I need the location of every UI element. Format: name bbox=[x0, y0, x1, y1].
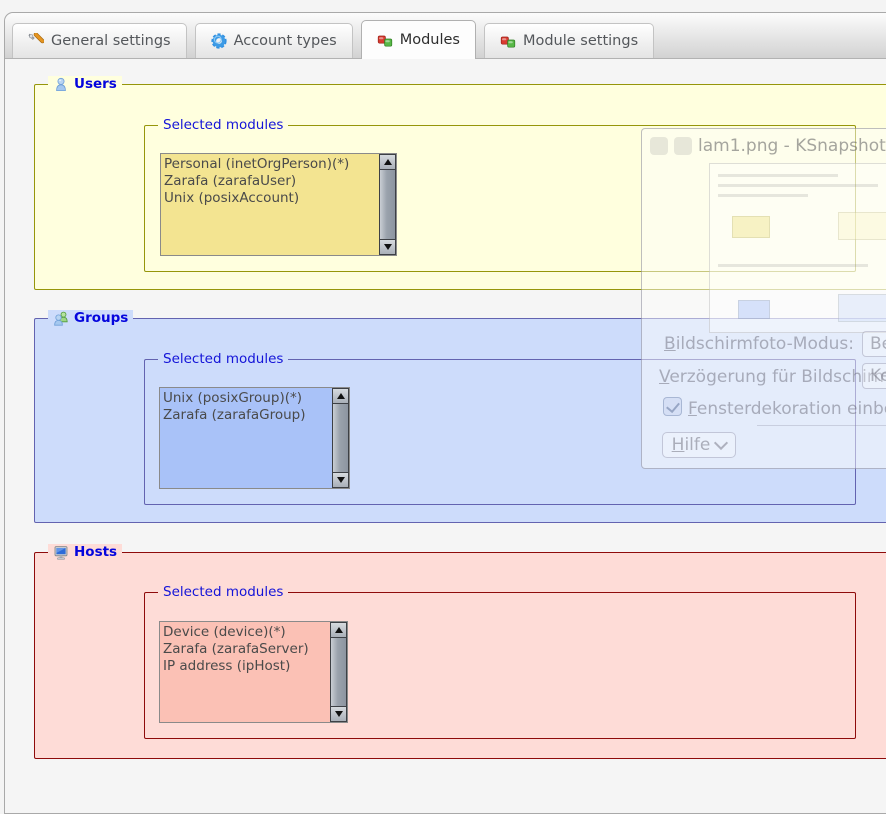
modules-icon bbox=[500, 33, 516, 49]
group-icon bbox=[53, 311, 69, 327]
list-item[interactable]: Zarafa (zarafaUser) bbox=[164, 173, 376, 190]
tab-account-types[interactable]: Account types bbox=[195, 23, 353, 58]
scroll-down-icon[interactable] bbox=[330, 706, 347, 722]
scroll-up-icon[interactable] bbox=[332, 388, 349, 404]
tab-label: Module settings bbox=[523, 33, 638, 49]
list-item[interactable]: Zarafa (zarafaGroup) bbox=[163, 407, 329, 424]
scroll-up-icon[interactable] bbox=[379, 154, 396, 170]
tab-label: Account types bbox=[234, 33, 337, 49]
users-legend: Users bbox=[48, 76, 122, 93]
groups-modules-listbox[interactable]: Unix (posixGroup)(*) Zarafa (zarafaGroup… bbox=[159, 387, 350, 489]
tab-label: Modules bbox=[400, 32, 460, 48]
users-selected-modules-legend: Selected modules bbox=[158, 117, 288, 134]
tab-label: General settings bbox=[51, 33, 171, 49]
scroll-down-icon[interactable] bbox=[379, 239, 396, 255]
scroll-up-icon[interactable] bbox=[330, 622, 347, 638]
users-legend-label: Users bbox=[74, 76, 117, 93]
tab-bar: General settings Account types bbox=[5, 13, 886, 59]
tab-module-settings[interactable]: Module settings bbox=[484, 23, 654, 58]
hosts-modules-listbox[interactable]: Device (device)(*) Zarafa (zarafaServer)… bbox=[159, 621, 348, 723]
users-modules-listbox[interactable]: Personal (inetOrgPerson)(*) Zarafa (zara… bbox=[160, 153, 397, 256]
user-icon bbox=[53, 77, 69, 93]
tab-general-settings[interactable]: General settings bbox=[12, 23, 187, 58]
scrollbar[interactable] bbox=[379, 154, 396, 255]
list-item[interactable]: Personal (inetOrgPerson)(*) bbox=[164, 156, 376, 173]
gear-icon bbox=[211, 33, 227, 49]
hosts-legend-label: Hosts bbox=[74, 544, 117, 561]
scrollbar-thumb[interactable] bbox=[379, 169, 396, 240]
host-icon bbox=[53, 545, 69, 561]
hosts-legend: Hosts bbox=[48, 544, 122, 561]
groups-selected-modules-legend: Selected modules bbox=[158, 351, 288, 368]
tab-modules[interactable]: Modules bbox=[361, 20, 476, 59]
scroll-down-icon[interactable] bbox=[332, 472, 349, 488]
wrench-icon bbox=[28, 33, 44, 49]
groups-legend: Groups bbox=[48, 310, 133, 327]
scrollbar-thumb[interactable] bbox=[332, 403, 349, 473]
scrollbar-thumb[interactable] bbox=[330, 637, 347, 707]
groups-legend-label: Groups bbox=[74, 310, 128, 327]
hosts-selected-modules-legend: Selected modules bbox=[158, 584, 288, 601]
modules-icon bbox=[377, 32, 393, 48]
scrollbar[interactable] bbox=[330, 622, 347, 722]
list-item[interactable]: IP address (ipHost) bbox=[163, 658, 327, 675]
scrollbar[interactable] bbox=[332, 388, 349, 488]
list-item[interactable]: Device (device)(*) bbox=[163, 624, 327, 641]
list-item[interactable]: Unix (posixGroup)(*) bbox=[163, 390, 329, 407]
list-item[interactable]: Unix (posixAccount) bbox=[164, 190, 376, 207]
list-item[interactable]: Zarafa (zarafaServer) bbox=[163, 641, 327, 658]
